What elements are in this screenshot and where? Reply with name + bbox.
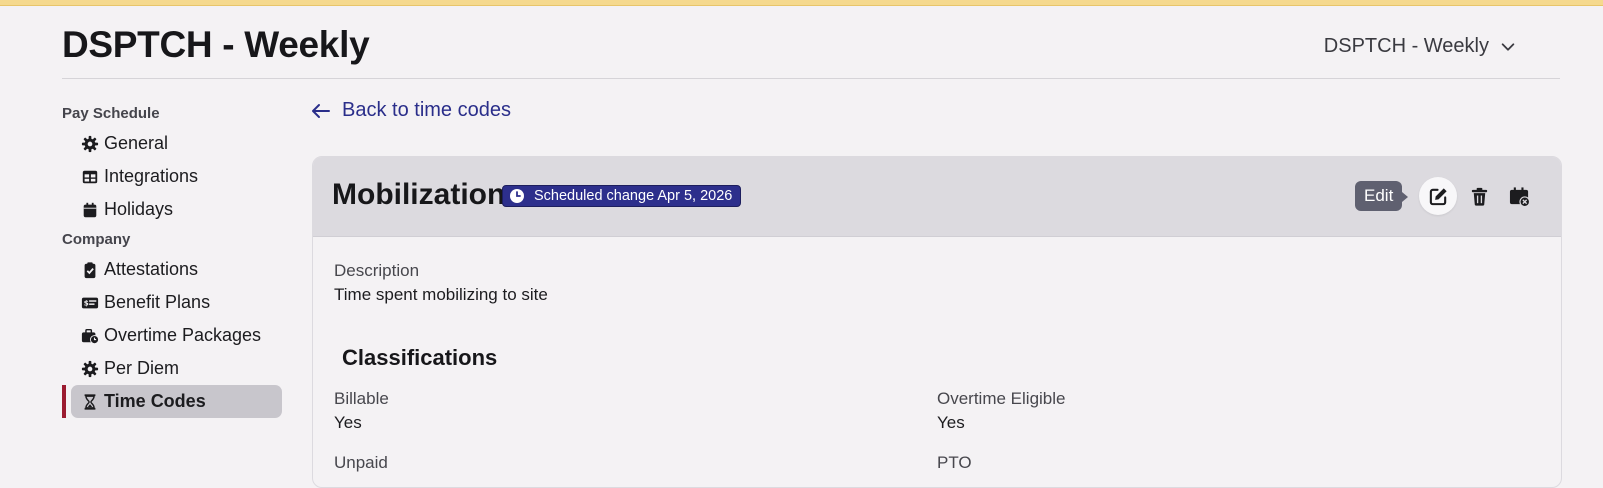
billable-label: Billable [334, 389, 389, 408]
overtime-eligible-label: Overtime Eligible [937, 389, 1066, 408]
sidebar-item-overtime-packages[interactable]: Overtime Packages [62, 319, 282, 352]
sidebar-item-label: Time Codes [104, 391, 206, 411]
header-divider [62, 78, 1560, 79]
sidebar-section-company: Company [62, 231, 131, 248]
scheduled-change-badge: Scheduled change Apr 5, 2026 [502, 185, 742, 207]
cancel-scheduled-change-button[interactable] [1500, 177, 1538, 215]
clock-icon [510, 189, 524, 203]
time-code-name: Mobilization [332, 178, 506, 211]
sidebar-item-per-diem[interactable]: Per Diem [62, 352, 282, 385]
sidebar-item-label: Attestations [104, 259, 199, 279]
briefcase-clock-icon [81, 327, 99, 345]
arrow-left-icon [312, 103, 330, 118]
edit-tooltip: Edit [1355, 181, 1409, 211]
clipboard-check-icon [81, 261, 99, 279]
sidebar-item-benefit-plans[interactable]: $ Benefit Plans [62, 286, 282, 319]
hourglass-icon [81, 393, 99, 411]
pay-schedule-dropdown-value: DSPTCH - Weekly [1323, 35, 1489, 57]
sidebar-item-label: Integrations [104, 166, 199, 186]
sidebar-item-label: Per Diem [104, 358, 180, 378]
top-banner [0, 0, 1603, 6]
back-link-label: Back to time codes [342, 99, 511, 121]
svg-text:$: $ [84, 298, 89, 307]
table-icon [81, 168, 99, 186]
time-code-card: Mobilization Scheduled change Apr 5, 202… [312, 156, 1562, 488]
sidebar-item-general[interactable]: General [62, 127, 282, 160]
description-label: Description [334, 261, 420, 280]
active-indicator [62, 385, 66, 418]
edit-button[interactable] [1419, 177, 1457, 215]
sidebar-item-label: Overtime Packages [104, 325, 262, 345]
calendar-icon [81, 201, 99, 219]
delete-button[interactable] [1460, 177, 1498, 215]
overtime-eligible-value: Yes [937, 413, 965, 432]
sidebar-item-label: Benefit Plans [104, 292, 211, 312]
sidebar-section-pay-schedule: Pay Schedule [62, 105, 160, 122]
settings-sidebar: Pay Schedule General Integrations Holida… [62, 100, 282, 418]
classifications-heading: Classifications [342, 345, 498, 370]
sidebar-item-integrations[interactable]: Integrations [62, 160, 282, 193]
sidebar-item-attestations[interactable]: Attestations [62, 253, 282, 286]
sidebar-item-time-codes[interactable]: Time Codes [62, 385, 282, 418]
sidebar-item-label: Holidays [104, 199, 174, 219]
description-value: Time spent mobilizing to site [334, 285, 548, 304]
scheduled-change-text: Scheduled change Apr 5, 2026 [534, 188, 733, 204]
time-code-card-header: Mobilization Scheduled change Apr 5, 202… [313, 157, 1561, 237]
pto-label: PTO [937, 453, 972, 472]
back-to-time-codes-link[interactable]: Back to time codes [310, 99, 511, 122]
unpaid-label: Unpaid [334, 453, 388, 472]
edit-icon [1429, 187, 1447, 205]
gear-icon [81, 360, 99, 378]
gear-icon [81, 135, 99, 153]
chevron-down-icon [1501, 42, 1515, 51]
page-title: DSPTCH - Weekly [62, 24, 370, 65]
pay-schedule-dropdown[interactable]: DSPTCH - Weekly [1324, 35, 1517, 58]
sidebar-item-holidays[interactable]: Holidays [62, 193, 282, 226]
calendar-cancel-icon [1509, 186, 1530, 207]
sidebar-item-label: General [104, 133, 169, 153]
money-check-icon: $ [81, 294, 99, 312]
billable-value: Yes [334, 413, 362, 432]
trash-icon [1471, 187, 1487, 206]
